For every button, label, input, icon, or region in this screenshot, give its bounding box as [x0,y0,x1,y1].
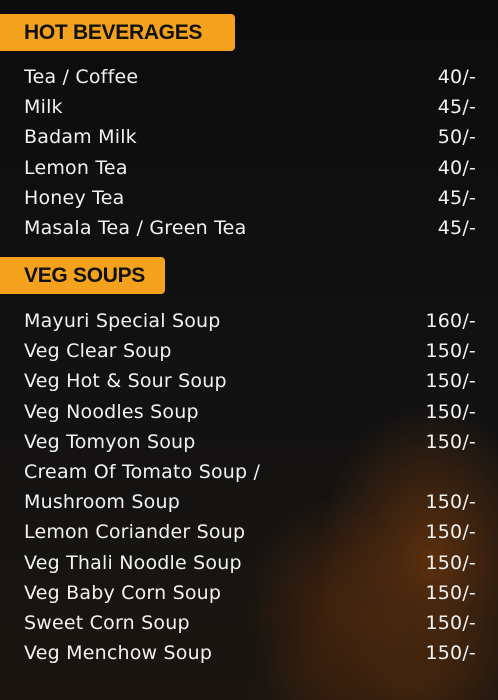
item-price: 150/- [425,581,476,604]
item-price: 45/- [437,96,476,119]
menu-item: Veg Thali Noodle Soup 150/- [24,548,476,578]
menu-item: Cream Of Tomato Soup / [24,457,476,487]
menu-item: Tea / Coffee 40/- [24,62,476,92]
menu-item: Milk 45/- [24,92,476,122]
menu-item: Veg Menchow Soup 150/- [24,638,476,668]
menu-item: Masala Tea / Green Tea 45/- [24,213,476,243]
item-name: Cream Of Tomato Soup / [24,461,261,484]
menu-list-veg-soups: Mayuri Special Soup 160/- Veg Clear Soup 1… [24,306,476,668]
item-price: 40/- [437,156,476,179]
item-price: 150/- [425,340,476,363]
item-name: Lemon Coriander Soup [24,521,246,544]
item-name: Tea / Coffee [24,66,139,89]
menu-item: Lemon Coriander Soup 150/- [24,517,476,547]
section-header-veg-soups: VEG SOUPS [0,257,165,294]
menu-item: Veg Noodles Soup 150/- [24,397,476,427]
item-name: Lemon Tea [24,156,128,179]
item-price: 160/- [425,310,476,333]
menu-item: Badam Milk 50/- [24,122,476,152]
item-price: 150/- [425,551,476,574]
menu-item: Veg Tomyon Soup 150/- [24,427,476,457]
item-name: Sweet Corn Soup [24,611,190,634]
item-name: Milk [24,96,63,119]
item-name: Mayuri Special Soup [24,310,221,333]
item-name: Masala Tea / Green Tea [24,217,247,240]
item-price: 150/- [425,521,476,544]
item-price: 150/- [425,491,476,514]
menu-item: Lemon Tea 40/- [24,153,476,183]
item-name: Badam Milk [24,126,137,149]
item-name: Veg Menchow Soup [24,642,213,665]
item-name: Veg Baby Corn Soup [24,581,222,604]
item-name: Veg Noodles Soup [24,400,199,423]
item-name: Mushroom Soup [24,491,180,514]
menu-item: Veg Baby Corn Soup 150/- [24,578,476,608]
menu-item: Veg Hot & Sour Soup 150/- [24,366,476,396]
item-price: 45/- [437,217,476,240]
menu-item: Honey Tea 45/- [24,183,476,213]
section-title: HOT BEVERAGES [24,20,203,44]
menu-item: Veg Clear Soup 150/- [24,336,476,366]
item-price: 150/- [425,611,476,634]
item-name: Veg Hot & Sour Soup [24,370,227,393]
section-header-hot-beverages: HOT BEVERAGES [0,14,235,51]
item-price: 45/- [437,186,476,209]
menu-item: Mayuri Special Soup 160/- [24,306,476,336]
item-price: 50/- [437,126,476,149]
item-price: 150/- [425,400,476,423]
item-name: Veg Thali Noodle Soup [24,551,242,574]
item-price: 40/- [437,66,476,89]
item-price: 150/- [425,642,476,665]
item-name: Veg Tomyon Soup [24,430,196,453]
item-price: 150/- [425,430,476,453]
item-price: 150/- [425,370,476,393]
menu-list-hot-beverages: Tea / Coffee 40/- Milk 45/- Badam Milk 50/-… [24,62,476,243]
item-name: Honey Tea [24,186,125,209]
section-title: VEG SOUPS [24,263,146,287]
menu-item: Mushroom Soup 150/- [24,487,476,517]
item-name: Veg Clear Soup [24,340,172,363]
menu-item: Sweet Corn Soup 150/- [24,608,476,638]
